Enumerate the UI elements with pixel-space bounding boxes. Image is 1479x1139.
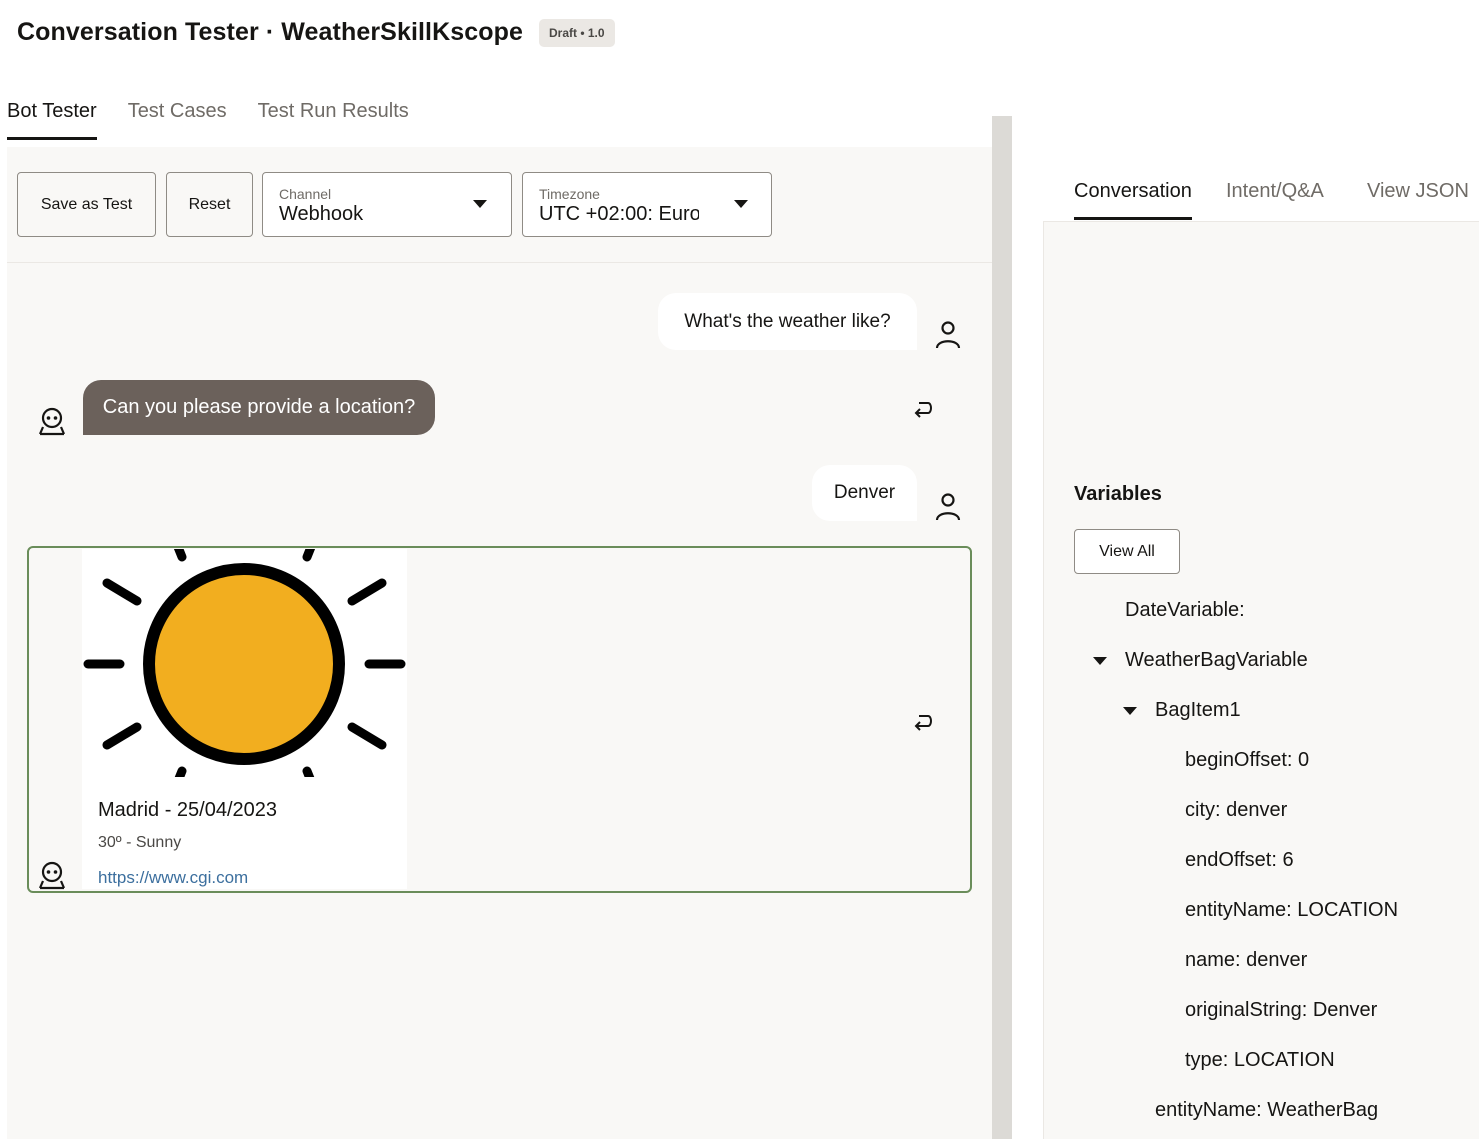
timezone-value-clip: UTC +02:00: Europe/Madrid: [523, 173, 699, 236]
variable-row: beginOffset: 0: [1185, 749, 1310, 771]
card-subtitle: 30º - Sunny: [98, 834, 182, 851]
replay-icon[interactable]: [911, 397, 935, 421]
conversation-scrollbar[interactable]: [992, 116, 1012, 1139]
reset-button[interactable]: Reset: [166, 172, 253, 237]
variable-row[interactable]: BagItem1: [1155, 699, 1241, 722]
variable-row: DateVariable:: [1125, 599, 1245, 621]
sun-icon: [83, 549, 406, 777]
tab-intent-qa[interactable]: Intent/Q&A: [1226, 180, 1324, 217]
weather-card: Madrid - 25/04/2023 30º - Sunny https://…: [82, 549, 407, 889]
variable-row[interactable]: WeatherBagVariable: [1125, 649, 1308, 672]
variable-row: endOffset: 6: [1185, 849, 1294, 871]
caret-down-icon[interactable]: [1093, 657, 1107, 665]
timezone-value: UTC +02:00: Europe/Madrid: [539, 203, 699, 225]
variable-row: entityName: LOCATION: [1185, 899, 1399, 921]
view-all-button[interactable]: View All: [1074, 529, 1180, 574]
variable-row: name: denver: [1185, 949, 1308, 971]
title-bar: Conversation Tester · WeatherSkillKscope…: [17, 18, 615, 47]
channel-select[interactable]: Channel Webhook: [262, 172, 512, 237]
save-as-test-button[interactable]: Save as Test: [17, 172, 156, 237]
timezone-select[interactable]: Timezone UTC +02:00: Europe/Madrid: [522, 172, 772, 237]
channel-label: Channel: [279, 186, 332, 202]
variable-row: entityName: WeatherBag: [1155, 1099, 1379, 1121]
replay-icon[interactable]: [911, 710, 935, 734]
bot-icon: [38, 407, 66, 436]
status-badge: Draft • 1.0: [539, 18, 615, 47]
chevron-down-icon: [473, 200, 487, 208]
variable-row: originalString: Denver: [1185, 999, 1378, 1021]
user-message: Denver: [812, 465, 917, 521]
card-title: Madrid - 25/04/2023: [98, 799, 278, 821]
caret-down-icon[interactable]: [1123, 707, 1137, 715]
variable-row: city: denver: [1185, 799, 1288, 821]
variable-row: type: LOCATION: [1185, 1049, 1335, 1071]
inspector-tabs: Conversation Intent/Q&A View JSON: [1043, 147, 1479, 222]
bot-icon: [38, 861, 66, 890]
user-icon: [935, 321, 961, 349]
tab-bot-tester[interactable]: Bot Tester: [7, 100, 97, 140]
tab-test-run-results[interactable]: Test Run Results: [258, 100, 409, 140]
user-icon: [935, 493, 961, 521]
inspector-panel: [1043, 147, 1479, 1139]
bot-message: Can you please provide a location?: [83, 380, 435, 435]
tab-view-json[interactable]: View JSON: [1367, 180, 1469, 217]
user-message: What's the weather like?: [658, 293, 917, 350]
main-tabs: Bot Tester Test Cases Test Run Results: [7, 100, 440, 140]
chevron-down-icon: [734, 200, 748, 208]
tab-test-cases[interactable]: Test Cases: [128, 100, 227, 140]
card-link[interactable]: https://www.cgi.com: [98, 868, 248, 888]
page-title: Conversation Tester · WeatherSkillKscope: [17, 18, 524, 46]
channel-value: Webhook: [279, 203, 364, 225]
variables-heading: Variables: [1074, 483, 1162, 505]
tab-conversation[interactable]: Conversation: [1074, 180, 1192, 220]
